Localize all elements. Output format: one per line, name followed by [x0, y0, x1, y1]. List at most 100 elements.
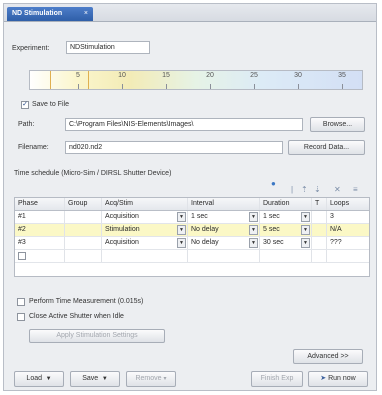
save-button-label: Save: [82, 375, 99, 382]
chevron-down-icon[interactable]: ▼: [301, 225, 310, 235]
t-cell: [312, 224, 327, 236]
experiment-label: Experiment:: [12, 45, 50, 52]
chevron-down-icon[interactable]: ▼: [301, 212, 310, 222]
perform-time-measurement-checkbox[interactable]: [17, 298, 25, 306]
chevron-down-icon[interactable]: ▼: [177, 212, 186, 222]
loops-cell: [327, 250, 367, 262]
phase-cell: #3: [15, 237, 65, 249]
path-label: Path:: [18, 121, 35, 128]
active-indicator-dot: ●: [271, 179, 276, 188]
table-row-new[interactable]: [15, 250, 369, 263]
chevron-down-icon[interactable]: ▼: [249, 225, 258, 235]
scale-tick: [298, 84, 299, 89]
apply-stimulation-settings-button[interactable]: Apply Stimulation Settings: [29, 329, 165, 343]
table-row[interactable]: #1 Acquisition ▼ 1 sec ▼ 1 sec ▼ 3: [15, 211, 369, 224]
new-phase-checkbox[interactable]: [18, 252, 26, 260]
column-header-duration[interactable]: Duration: [260, 198, 312, 210]
loops-cell[interactable]: ???: [327, 237, 367, 249]
move-down-icon[interactable]: ⇣: [314, 185, 321, 194]
t-cell: [312, 237, 327, 249]
wavelength-scale-bar[interactable]: 5 10 15 20 25 30 35: [29, 70, 363, 90]
nd-stimulation-window: ND Stimulation × Experiment: NDStimulati…: [3, 3, 377, 391]
save-to-file-checkbox[interactable]: ✓: [21, 101, 29, 109]
column-header-loops[interactable]: Loops: [327, 198, 367, 210]
scale-marker: [50, 71, 51, 89]
move-up-icon[interactable]: ⇡: [301, 185, 308, 194]
scale-tick-label: 15: [162, 72, 170, 79]
group-cell[interactable]: [65, 224, 102, 236]
acq-stim-cell: [102, 250, 188, 262]
chevron-down-icon[interactable]: ▼: [249, 238, 258, 248]
table-empty-area: [15, 263, 369, 276]
scale-tick-label: 30: [294, 72, 302, 79]
remove-button-label: Remove: [135, 375, 162, 382]
list-options-icon[interactable]: ≡: [353, 185, 358, 194]
column-header-phase[interactable]: Phase: [15, 198, 65, 210]
scale-tick: [78, 84, 79, 89]
scale-tick-label: 5: [76, 72, 80, 79]
load-button-label: Load: [26, 375, 42, 382]
chevron-down-icon: ▼: [43, 376, 52, 382]
table-row[interactable]: #2 Stimulation ▼ No delay ▼ 5 sec ▼ N/A: [15, 224, 369, 237]
tab-bar: ND Stimulation ×: [4, 4, 376, 22]
chevron-down-icon[interactable]: ▼: [249, 212, 258, 222]
run-now-button[interactable]: ➤ Run now: [308, 371, 368, 387]
chevron-down-icon: ▼: [100, 376, 108, 382]
remove-button[interactable]: Remove ▾: [126, 371, 176, 387]
browse-button[interactable]: Browse...: [310, 117, 365, 132]
acq-stim-cell[interactable]: Acquisition: [102, 237, 188, 249]
finish-exp-button[interactable]: Finish Exp: [251, 371, 303, 387]
chevron-down-icon[interactable]: ▼: [177, 238, 186, 248]
tab-title: ND Stimulation: [12, 10, 63, 17]
scale-tick: [342, 84, 343, 89]
save-to-file-label: Save to File: [32, 101, 69, 108]
table-row[interactable]: #3 Acquisition ▼ No delay ▼ 30 sec ▼ ???: [15, 237, 369, 250]
phase-cell: #1: [15, 211, 65, 223]
column-header-acq-stim[interactable]: Acq/Stim: [102, 198, 188, 210]
acq-stim-cell[interactable]: Acquisition: [102, 211, 188, 223]
group-cell[interactable]: [65, 237, 102, 249]
phase-cell: #2: [15, 224, 65, 236]
scale-tick-label: 25: [250, 72, 258, 79]
filename-field[interactable]: nd020.nd2: [65, 141, 283, 154]
tab-close-icon[interactable]: ×: [84, 7, 88, 21]
scale-tick: [254, 84, 255, 89]
run-now-label: Run now: [328, 375, 356, 382]
t-cell: [312, 250, 327, 262]
close-shutter-checkbox[interactable]: [17, 313, 25, 321]
acq-stim-cell[interactable]: Stimulation: [102, 224, 188, 236]
phase-cell: [15, 250, 65, 262]
chevron-down-icon[interactable]: ▼: [301, 238, 310, 248]
column-header-t[interactable]: T: [312, 198, 327, 210]
scale-tick-label: 35: [338, 72, 346, 79]
advanced-button[interactable]: Advanced >>: [293, 349, 363, 364]
perform-time-measurement-label: Perform Time Measurement (0.015s): [29, 298, 144, 305]
tab-nd-stimulation[interactable]: ND Stimulation ×: [7, 7, 93, 21]
loops-cell[interactable]: 3: [327, 211, 367, 223]
scale-tick: [166, 84, 167, 89]
toolbar-separator: |: [291, 185, 294, 194]
table-header: Phase Group Acq/Stim Interval Duration T…: [15, 198, 369, 211]
scale-tick: [210, 84, 211, 89]
t-cell: [312, 211, 327, 223]
group-cell: [65, 250, 102, 262]
record-data-button[interactable]: Record Data...: [288, 140, 365, 155]
close-shutter-label: Close Active Shutter when Idle: [29, 313, 124, 320]
chevron-down-icon[interactable]: ▼: [177, 225, 186, 235]
save-button[interactable]: Save ▼: [70, 371, 120, 387]
loops-cell[interactable]: N/A: [327, 224, 367, 236]
delete-phase-icon[interactable]: ✕: [334, 185, 341, 194]
column-header-interval[interactable]: Interval: [188, 198, 260, 210]
schedule-table: Phase Group Acq/Stim Interval Duration T…: [14, 197, 370, 277]
run-icon: ➤: [320, 375, 327, 382]
experiment-field[interactable]: NDStimulation: [66, 41, 150, 54]
scale-tick-label: 10: [118, 72, 126, 79]
duration-cell: [260, 250, 312, 262]
filename-label: Filename:: [18, 144, 49, 151]
group-cell[interactable]: [65, 211, 102, 223]
path-field[interactable]: C:\Program Files\NIS-Elements\Images\: [65, 118, 303, 131]
interval-cell: [188, 250, 260, 262]
load-button[interactable]: Load ▼: [14, 371, 64, 387]
column-header-group[interactable]: Group: [65, 198, 102, 210]
scale-tick: [122, 84, 123, 89]
